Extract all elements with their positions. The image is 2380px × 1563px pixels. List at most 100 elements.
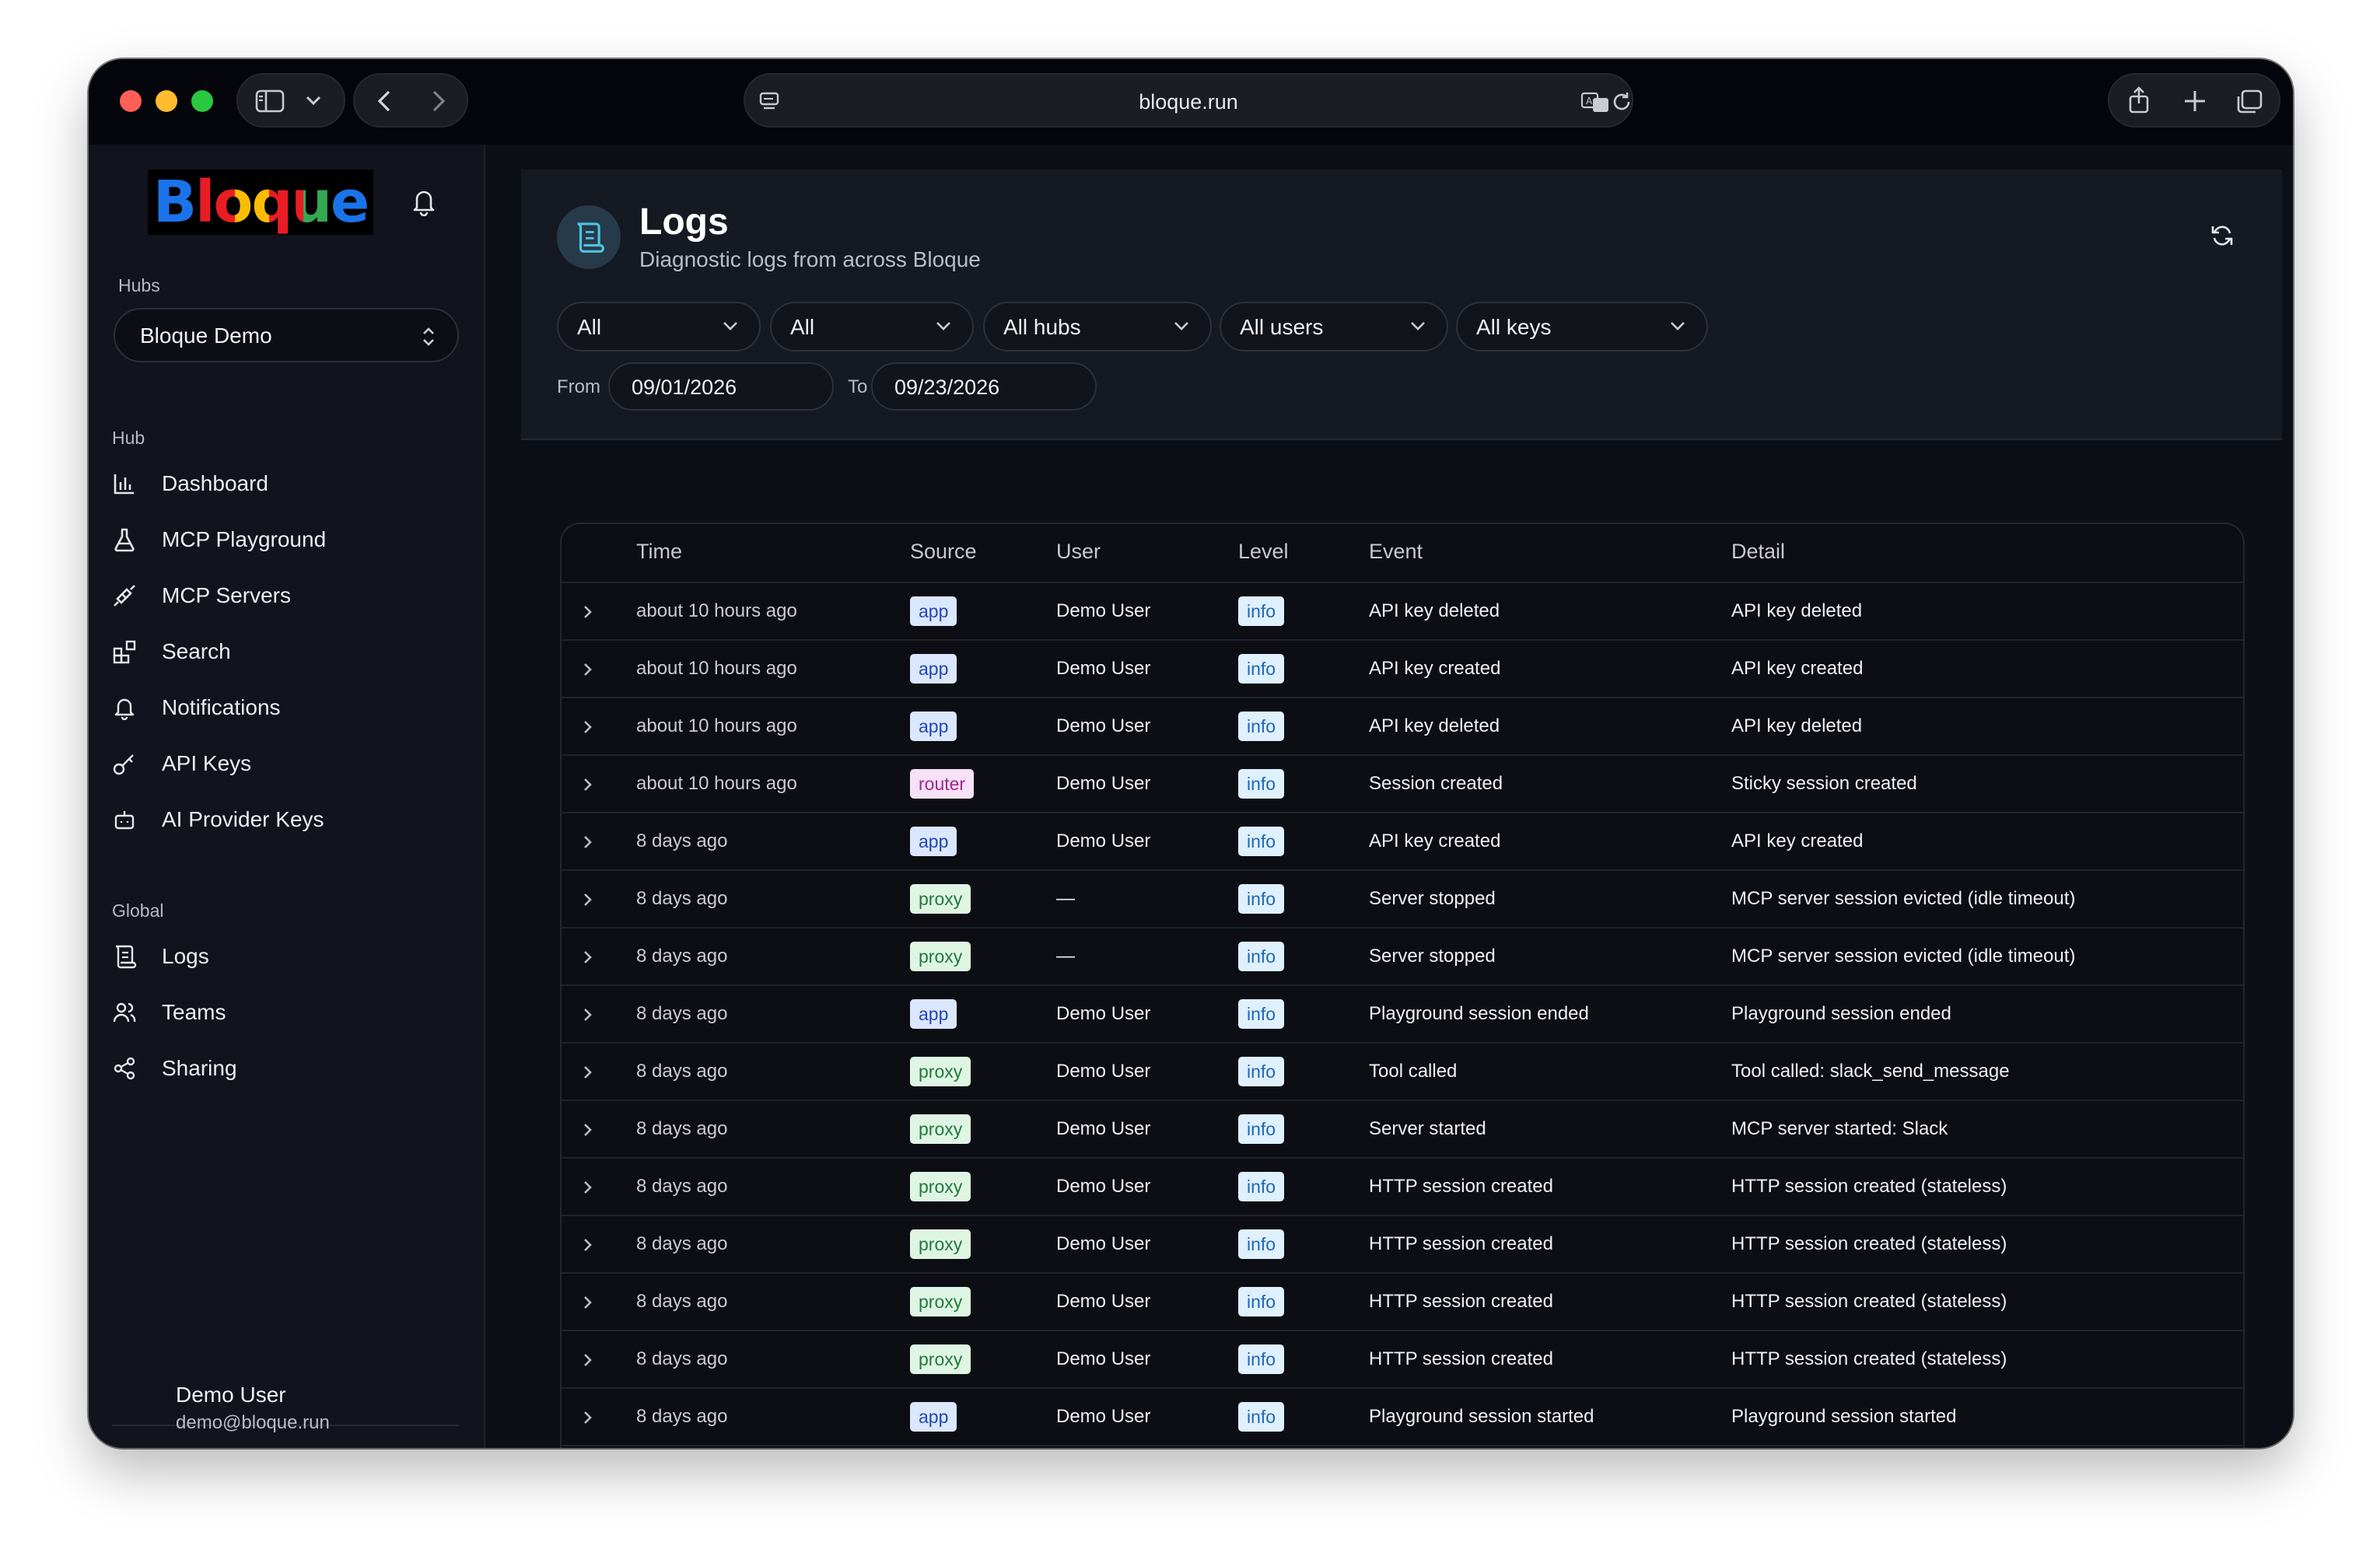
table-row[interactable]: 8 days ago proxy Demo User info Tool called T… <box>562 1042 2243 1101</box>
address-bar[interactable]: bloque.run A <box>744 73 1633 128</box>
log-event: API key created <box>1369 830 1501 851</box>
share-sheet-icon[interactable] <box>2126 86 2151 115</box>
log-event: Playground session ended <box>1369 1003 1589 1024</box>
chevron-right-icon[interactable] <box>582 1064 594 1081</box>
source-filter[interactable]: All <box>557 302 761 351</box>
chevron-right-icon[interactable] <box>582 661 594 678</box>
bloque-logo[interactable]: Bloque <box>148 169 373 236</box>
source-badge: proxy <box>910 1229 971 1259</box>
sidebar-item-logs[interactable]: Logs <box>112 933 462 980</box>
translate-icon[interactable]: A <box>1580 90 1612 114</box>
sidebar-toggle-icon[interactable] <box>255 89 285 114</box>
log-user: Demo User <box>1056 1176 1151 1197</box>
refresh-icon[interactable] <box>2209 222 2235 249</box>
log-event: Server stopped <box>1369 888 1496 909</box>
chevron-right-icon[interactable] <box>582 1121 594 1138</box>
users-icon <box>113 1002 136 1023</box>
page-title: Logs <box>639 201 729 243</box>
sidebar-item-mcp-playground[interactable]: MCP Playground <box>112 516 462 563</box>
chevron-right-icon[interactable] <box>582 603 594 621</box>
close-window-button[interactable] <box>120 90 142 112</box>
chevron-right-icon[interactable] <box>582 949 594 966</box>
keys-filter[interactable]: All keys <box>1456 302 1708 351</box>
level-filter[interactable]: All <box>770 302 974 351</box>
sidebar-item-search[interactable]: Search <box>112 628 462 675</box>
column-header-user[interactable]: User <box>1056 540 1101 564</box>
bell-icon[interactable] <box>411 187 437 216</box>
chevron-right-icon[interactable] <box>582 1294 594 1311</box>
chevron-down-icon <box>1411 322 1425 330</box>
chevron-right-icon[interactable] <box>582 1236 594 1254</box>
sidebar-item-dashboard[interactable]: Dashboard <box>112 460 462 507</box>
table-row[interactable]: 8 days ago app Demo User info API key create… <box>562 812 2243 871</box>
chevron-down-icon <box>1671 322 1685 330</box>
log-event: HTTP session created <box>1369 1233 1553 1254</box>
users-filter[interactable]: All users <box>1220 302 1448 351</box>
tab-overview-icon[interactable] <box>2235 89 2263 115</box>
column-header-time[interactable]: Time <box>636 540 682 564</box>
source-badge: proxy <box>910 884 971 914</box>
new-tab-icon[interactable] <box>2182 89 2207 114</box>
hubs-filter[interactable]: All hubs <box>983 302 1212 351</box>
sidebar-item-notifications[interactable]: Notifications <box>112 684 462 731</box>
chevron-right-icon[interactable] <box>582 834 594 851</box>
table-row[interactable]: 8 days ago proxy Demo User info HTTP session… <box>562 1272 2243 1331</box>
log-detail: Playground session ended <box>1731 1003 1951 1024</box>
table-row[interactable]: 8 days ago proxy — info Server stopped MCP se… <box>562 927 2243 986</box>
table-row[interactable]: 8 days ago proxy Demo User info HTTP session… <box>562 1215 2243 1274</box>
table-row[interactable]: 8 days ago proxy Demo User info HTTP session… <box>562 1157 2243 1216</box>
level-badge: info <box>1238 827 1285 856</box>
hub-section-label: Hub <box>112 428 145 448</box>
forward-arrow-icon[interactable] <box>429 89 448 114</box>
back-arrow-icon[interactable] <box>375 89 394 114</box>
table-row[interactable]: about 10 hours ago app Demo User info API ke… <box>562 697 2243 756</box>
level-badge: info <box>1238 1057 1285 1086</box>
log-time: 8 days ago <box>636 1406 728 1427</box>
log-time: about 10 hours ago <box>636 773 797 794</box>
table-row[interactable]: about 10 hours ago router Demo User info Ses… <box>562 754 2243 813</box>
column-header-event[interactable]: Event <box>1369 540 1423 564</box>
minimize-window-button[interactable] <box>156 90 177 112</box>
sidebar-item-sharing[interactable]: Sharing <box>112 1045 462 1092</box>
chevron-right-icon[interactable] <box>582 1351 594 1369</box>
chevron-right-icon[interactable] <box>582 719 594 736</box>
log-time: about 10 hours ago <box>636 658 797 679</box>
chevron-right-icon[interactable] <box>582 776 594 793</box>
column-header-source[interactable]: Source <box>910 540 977 564</box>
log-detail: HTTP session created (stateless) <box>1731 1233 2007 1254</box>
chevron-right-icon[interactable] <box>582 1006 594 1023</box>
sidebar-item-label: MCP Servers <box>162 583 291 607</box>
scroll-icon <box>115 945 137 969</box>
log-user: Demo User <box>1056 1118 1151 1139</box>
hubs-label: Hubs <box>118 275 160 295</box>
table-row[interactable]: 8 days agoappDemo UserinfoPlayground ses… <box>562 984 2243 1044</box>
bell-icon <box>114 698 135 720</box>
table-row[interactable]: 8 days ago proxy — info Server stopped MCP se… <box>562 869 2243 928</box>
sidebar-item-api-keys[interactable]: API Keys <box>112 740 462 787</box>
table-row[interactable]: about 10 hours ago app Demo User info API ke… <box>562 582 2243 641</box>
table-row[interactable]: 8 days agoappDemo UserinfoPlayground ses… <box>562 1387 2243 1446</box>
logs-table: Time Source User Level Event Detail abou… <box>560 523 2245 1448</box>
zoom-window-button[interactable] <box>191 90 213 112</box>
table-row[interactable]: 8 days ago proxy Demo User info Server start… <box>562 1100 2243 1159</box>
chevron-right-icon[interactable] <box>582 891 594 908</box>
hub-selector[interactable]: Bloque Demo <box>114 308 459 362</box>
user-email: demo@bloque.run <box>176 1412 330 1433</box>
table-row[interactable]: 8 days ago proxy Demo User info HTTP session… <box>562 1330 2243 1389</box>
sidebar-item-mcp-servers[interactable]: MCP Servers <box>112 572 462 619</box>
sidebar-item-label: Notifications <box>162 695 281 719</box>
hub-selected-value: Bloque Demo <box>140 323 272 348</box>
chevron-right-icon[interactable] <box>582 1409 594 1426</box>
chevron-right-icon[interactable] <box>582 1179 594 1196</box>
from-date-input[interactable]: 09/01/2026 <box>608 362 834 411</box>
chevron-down-icon[interactable] <box>305 95 322 107</box>
table-row[interactable]: about 10 hours ago app Demo User info API ke… <box>562 639 2243 698</box>
table-row[interactable]: 8 days agoappDemo UserinfoPlayground ses… <box>562 1445 2243 1448</box>
sidebar-item-teams[interactable]: Teams <box>112 989 462 1036</box>
column-header-level[interactable]: Level <box>1238 540 1289 564</box>
sidebar-item-ai-provider-keys[interactable]: AI Provider Keys <box>112 796 462 843</box>
to-date-input[interactable]: 09/23/2026 <box>871 362 1097 411</box>
global-section-label: Global <box>112 900 164 921</box>
reload-icon[interactable] <box>1610 90 1633 114</box>
column-header-detail[interactable]: Detail <box>1731 540 1785 564</box>
